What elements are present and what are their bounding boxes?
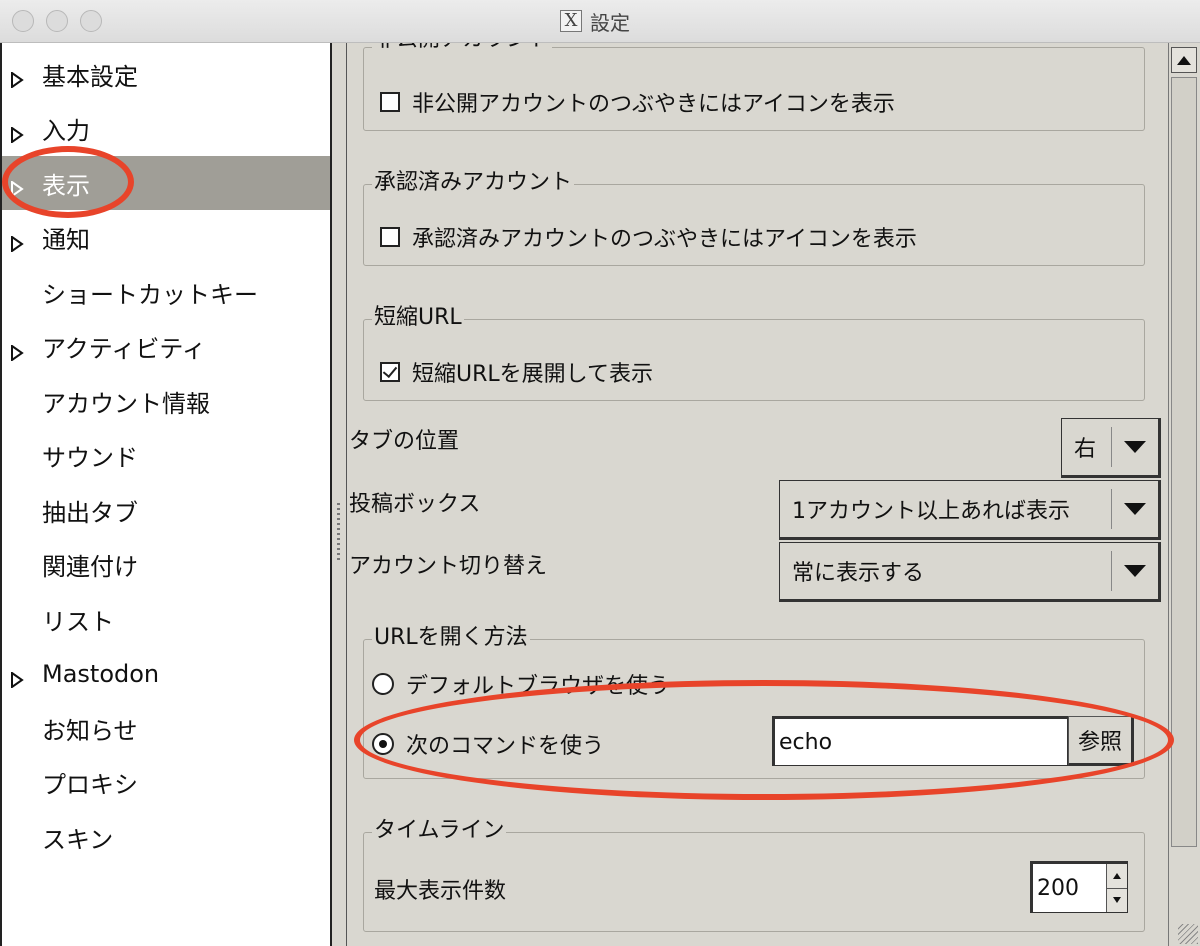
url-open-method-group: URLを開く方法 デフォルトブラウザを使う 次のコマンドを使う echo 参照	[363, 624, 1145, 779]
command-input[interactable]: echo	[772, 716, 1068, 766]
browse-button[interactable]: 参照	[1068, 716, 1134, 766]
post-box-label: 投稿ボックス	[349, 492, 481, 517]
max-display-count-label: 最大表示件数	[374, 879, 507, 904]
short-url-group: 短縮URL 短縮URLを展開して表示	[363, 304, 1145, 401]
post-box-select[interactable]: 1アカウント以上あれば表示	[779, 480, 1161, 540]
tree-item-label: 関連付け	[42, 553, 138, 581]
splitter-grip[interactable]	[337, 503, 340, 563]
window-title: 設定	[590, 10, 630, 35]
tree-item[interactable]: 基本設定	[2, 47, 330, 101]
scrollbar-thumb[interactable]	[1171, 77, 1197, 847]
expand-triangle-icon[interactable]	[10, 66, 24, 89]
tab-position-value: 右	[1074, 437, 1097, 462]
default-browser-radio[interactable]	[372, 673, 394, 695]
pane-splitter[interactable]	[332, 43, 346, 946]
tab-position-label: タブの位置	[349, 429, 460, 454]
max-display-count-spinner[interactable]: 200	[1030, 861, 1128, 913]
settings-category-tree[interactable]: 基本設定入力表示通知ショートカットキー アクティビティ アカウント情報 サウンド抽出タ…	[0, 43, 332, 946]
default-browser-label: デフォルトブラウザを使う	[406, 674, 671, 699]
post-box-value: 1アカウント以上あれば表示	[792, 499, 1070, 524]
private-account-checkbox-row[interactable]: 非公開アカウントのつぶやきにはアイコンを表示	[380, 86, 895, 118]
expand-triangle-icon[interactable]	[10, 666, 24, 689]
tree-item[interactable]: 通知	[2, 211, 330, 265]
default-browser-radio-row[interactable]: デフォルトブラウザを使う	[372, 668, 670, 700]
tree-item[interactable]: 入力	[2, 102, 330, 156]
short-url-legend: 短縮URL	[372, 304, 464, 332]
window-title-group: X 設定	[560, 8, 630, 35]
command-radio[interactable]	[372, 733, 394, 755]
tree-item[interactable]: スキン	[2, 810, 330, 864]
tree-item-label: 表示	[42, 171, 90, 200]
private-account-checkbox-label: 非公開アカウントのつぶやきにはアイコンを表示	[412, 92, 895, 117]
tree-item[interactable]: プロキシ	[2, 756, 330, 810]
title-bar: X 設定	[0, 0, 1200, 43]
tree-item[interactable]: お知らせ	[2, 701, 330, 755]
tree-item-label: リスト	[42, 607, 114, 636]
short-url-checkbox-label: 短縮URLを展開して表示	[412, 362, 653, 387]
tree-item[interactable]: 関連付け	[2, 538, 330, 592]
tree-item[interactable]: リスト	[2, 592, 330, 646]
arrow-up-icon	[1177, 55, 1191, 65]
tree-item[interactable]: 表示	[2, 156, 330, 210]
display-settings-panel: 非公開アカウント 非公開アカウントのつぶやきにはアイコンを表示 承認済みアカウン…	[346, 43, 1168, 946]
verified-account-checkbox[interactable]	[380, 227, 400, 247]
verified-account-group: 承認済みアカウント 承認済みアカウントのつぶやきにはアイコンを表示	[363, 169, 1145, 266]
command-radio-row[interactable]: 次のコマンドを使う	[372, 728, 604, 760]
tree-item[interactable]: 抽出タブ	[2, 483, 330, 537]
tree-item-label: アカウント情報	[42, 389, 210, 418]
scroll-up-button[interactable]	[1171, 47, 1197, 73]
tree-item-label: アクティビティ	[42, 335, 206, 363]
spinner-buttons	[1106, 864, 1127, 912]
tree-item-label: お知らせ	[42, 716, 138, 745]
verified-account-checkbox-row[interactable]: 承認済みアカウントのつぶやきにはアイコンを表示	[380, 221, 917, 253]
tab-position-select[interactable]: 右	[1061, 418, 1161, 478]
tree-item-label: 基本設定	[42, 62, 138, 91]
spin-down-icon[interactable]	[1107, 888, 1127, 912]
tree-item-label: スキン	[42, 825, 114, 854]
private-account-group: 非公開アカウント 非公開アカウントのつぶやきにはアイコンを表示	[363, 43, 1145, 131]
spin-up-icon[interactable]	[1107, 864, 1127, 889]
expand-triangle-icon[interactable]	[10, 121, 24, 144]
tree-item[interactable]: ショートカットキー	[2, 265, 330, 319]
timeline-group: タイムライン 最大表示件数 200	[363, 817, 1145, 932]
tree-item-label: 抽出タブ	[42, 498, 138, 527]
account-switch-select[interactable]: 常に表示する	[779, 542, 1161, 602]
max-display-count-value[interactable]: 200	[1033, 864, 1106, 912]
chevron-down-icon[interactable]	[1112, 481, 1158, 537]
close-window-button[interactable]	[12, 10, 34, 32]
url-open-method-legend: URLを開く方法	[372, 624, 530, 652]
chevron-down-icon[interactable]	[1112, 419, 1158, 475]
verified-account-legend: 承認済みアカウント	[372, 169, 575, 197]
short-url-checkbox-row[interactable]: 短縮URLを展開して表示	[380, 356, 653, 388]
private-account-legend: 非公開アカウント	[372, 43, 553, 54]
expand-triangle-icon[interactable]	[10, 175, 24, 198]
tree-item-label: ショートカットキー	[42, 280, 258, 309]
tree-item-label: 通知	[42, 226, 90, 254]
tree-item-label: サウンド	[42, 444, 138, 472]
tree-item[interactable]: Mastodon	[2, 647, 330, 701]
command-label: 次のコマンドを使う	[406, 734, 605, 759]
zoom-window-button[interactable]	[80, 10, 102, 32]
tree-item[interactable]: アクティビティ	[2, 320, 330, 374]
expand-triangle-icon[interactable]	[10, 230, 24, 253]
vertical-scrollbar[interactable]	[1168, 43, 1200, 946]
expand-triangle-icon[interactable]	[10, 339, 24, 362]
resize-grip-icon[interactable]	[1178, 924, 1198, 944]
account-switch-value: 常に表示する	[792, 561, 925, 586]
timeline-legend: タイムライン	[372, 817, 507, 845]
tree-item-label: 入力	[42, 117, 90, 145]
tree-item-label: Mastodon	[42, 659, 160, 688]
account-switch-label: アカウント切り替え	[349, 554, 548, 579]
short-url-checkbox[interactable]	[380, 362, 400, 382]
private-account-checkbox[interactable]	[380, 92, 400, 112]
chevron-down-icon[interactable]	[1112, 543, 1158, 599]
x11-icon: X	[560, 10, 582, 32]
verified-account-checkbox-label: 承認済みアカウントのつぶやきにはアイコンを表示	[412, 227, 917, 252]
minimize-window-button[interactable]	[46, 10, 68, 32]
tree-item-label: プロキシ	[42, 771, 138, 799]
tree-item[interactable]: アカウント情報	[2, 374, 330, 428]
tree-item[interactable]: サウンド	[2, 429, 330, 483]
